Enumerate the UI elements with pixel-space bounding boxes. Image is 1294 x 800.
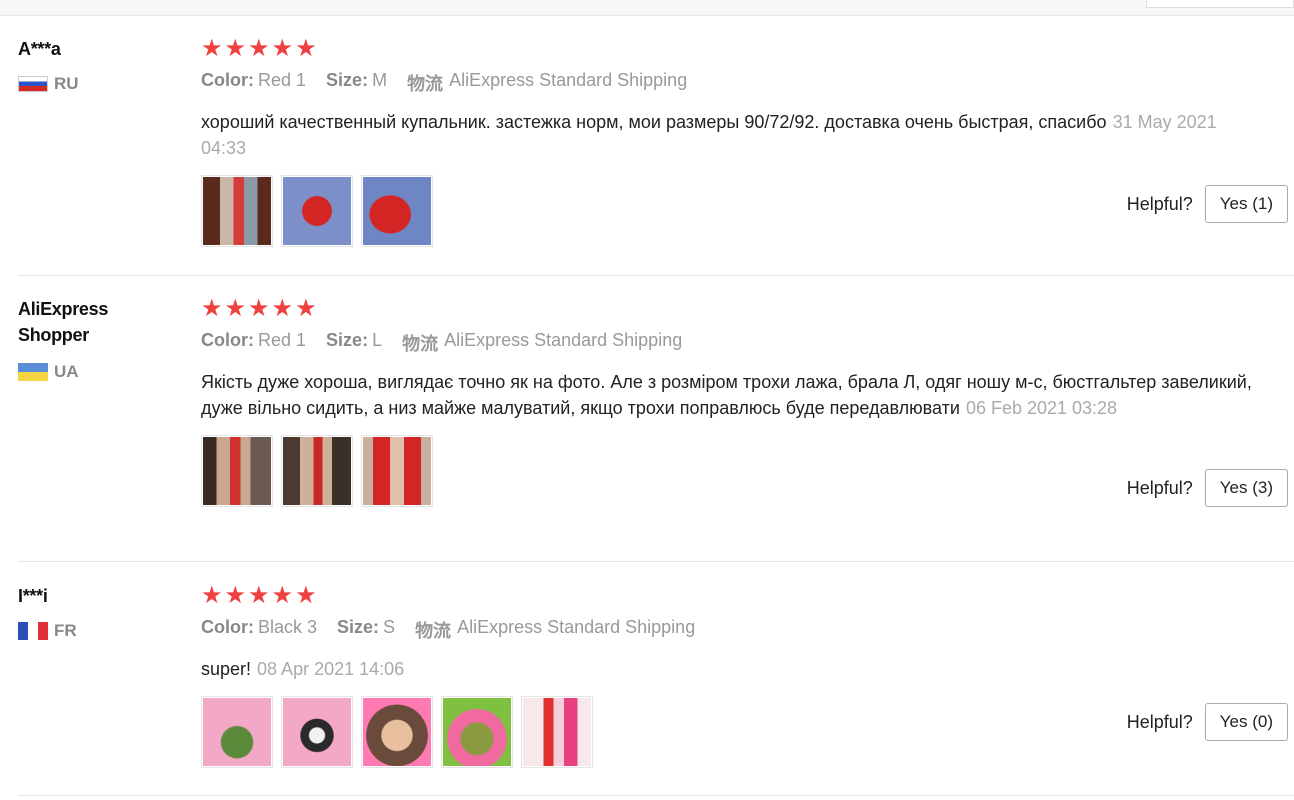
star-icon: ★ xyxy=(295,35,317,62)
shipping-value: AliExpress Standard Shipping xyxy=(449,70,688,90)
flag-fr-icon xyxy=(18,622,48,640)
review-item: A***a RU ★ ★ ★ ★ ★ Color: Red 1 Size: M … xyxy=(18,36,1294,276)
star-icon: ★ xyxy=(224,582,247,609)
star-icon: ★ xyxy=(295,295,317,322)
order-info: Color: Black 3 Size: S 物流 AliExpress Sta… xyxy=(201,617,1291,643)
star-rating: ★ ★ ★ ★ ★ xyxy=(201,296,1291,322)
size-label: Size: xyxy=(326,330,369,350)
shipping-value: AliExpress Standard Shipping xyxy=(444,330,683,350)
helpful-label: Helpful? xyxy=(1126,477,1193,498)
star-rating: ★ ★ ★ ★ ★ xyxy=(201,583,1291,609)
review-photo[interactable] xyxy=(201,696,273,768)
reviewer-name: A***a xyxy=(18,39,61,59)
star-rating: ★ ★ ★ ★ ★ xyxy=(201,36,1291,62)
shipping-value: AliExpress Standard Shipping xyxy=(457,617,696,637)
review-body: хороший качественный купальник. застежка… xyxy=(201,112,1107,132)
helpful-section: Helpful? Yes (1) xyxy=(1127,185,1288,223)
review-photo[interactable] xyxy=(361,435,433,507)
review-photo[interactable] xyxy=(361,175,433,247)
country-code: RU xyxy=(54,74,79,93)
color-label: Color: xyxy=(201,617,254,637)
reviewer-info: AliExpress Shopper UA xyxy=(18,296,168,382)
order-info: Color: Red 1 Size: L 物流 AliExpress Stand… xyxy=(201,330,1291,356)
size-value: M xyxy=(372,70,388,90)
helpful-yes-button[interactable]: Yes (1) xyxy=(1204,185,1288,223)
reviewer-country: UA xyxy=(18,362,168,382)
color-value: Black 3 xyxy=(258,617,318,637)
star-icon: ★ xyxy=(201,295,223,322)
review-photo[interactable] xyxy=(201,435,273,507)
color-value: Red 1 xyxy=(258,330,307,350)
review-item: I***i FR ★ ★ ★ ★ ★ Color: Black 3 Size: … xyxy=(18,583,1294,796)
review-photo[interactable] xyxy=(201,175,273,247)
color-label: Color: xyxy=(201,330,254,350)
country-code: UA xyxy=(54,362,79,381)
flag-ru-icon xyxy=(18,76,48,92)
star-icon: ★ xyxy=(224,35,247,62)
helpful-section: Helpful? Yes (0) xyxy=(1127,703,1288,741)
review-text: Якість дуже хороша, виглядає точно як на… xyxy=(201,369,1261,421)
helpful-label: Helpful? xyxy=(1126,193,1193,214)
review-photo[interactable] xyxy=(281,175,353,247)
star-icon: ★ xyxy=(295,582,317,609)
star-icon: ★ xyxy=(201,35,223,62)
review-body: super! xyxy=(201,659,252,679)
reviewer-name: I***i xyxy=(18,586,48,606)
star-icon: ★ xyxy=(224,295,247,322)
review-item: AliExpress Shopper UA ★ ★ ★ ★ ★ Color: R… xyxy=(18,296,1294,562)
shipping-label: 物流 xyxy=(407,74,444,94)
review-photo[interactable] xyxy=(521,696,593,768)
review-date: 06 Feb 2021 03:28 xyxy=(965,398,1118,418)
order-info: Color: Red 1 Size: M 物流 AliExpress Stand… xyxy=(201,70,1291,96)
size-value: S xyxy=(383,617,396,637)
star-icon: ★ xyxy=(271,35,294,62)
review-photo[interactable] xyxy=(441,696,513,768)
reviewer-info: A***a RU xyxy=(18,36,168,94)
shipping-label: 物流 xyxy=(415,621,452,641)
size-label: Size: xyxy=(326,70,369,90)
star-icon: ★ xyxy=(248,35,270,62)
shipping-label: 物流 xyxy=(402,334,439,354)
review-date: 08 Apr 2021 14:06 xyxy=(257,659,405,679)
review-photo[interactable] xyxy=(281,435,353,507)
star-icon: ★ xyxy=(248,582,270,609)
color-label: Color: xyxy=(201,70,254,90)
review-text: хороший качественный купальник. застежка… xyxy=(201,109,1261,161)
reviewer-country: RU xyxy=(18,74,168,94)
helpful-yes-button[interactable]: Yes (3) xyxy=(1204,469,1288,507)
country-code: FR xyxy=(54,621,77,640)
review-text: super! 08 Apr 2021 14:06 xyxy=(201,656,1261,682)
review-photo[interactable] xyxy=(281,696,353,768)
size-value: L xyxy=(372,330,383,350)
star-icon: ★ xyxy=(248,295,270,322)
size-label: Size: xyxy=(337,617,380,637)
sort-select[interactable] xyxy=(1146,0,1294,8)
reviewer-name: AliExpress Shopper xyxy=(18,299,109,345)
flag-ua-icon xyxy=(18,363,48,381)
star-icon: ★ xyxy=(271,295,294,322)
star-icon: ★ xyxy=(201,582,223,609)
reviewer-country: FR xyxy=(18,621,168,641)
top-bar xyxy=(0,0,1294,16)
helpful-label: Helpful? xyxy=(1126,711,1193,732)
reviewer-info: I***i FR xyxy=(18,583,168,641)
review-photo[interactable] xyxy=(361,696,433,768)
helpful-yes-button[interactable]: Yes (0) xyxy=(1204,703,1288,741)
star-icon: ★ xyxy=(271,582,294,609)
helpful-section: Helpful? Yes (3) xyxy=(1127,469,1288,507)
color-value: Red 1 xyxy=(258,70,307,90)
